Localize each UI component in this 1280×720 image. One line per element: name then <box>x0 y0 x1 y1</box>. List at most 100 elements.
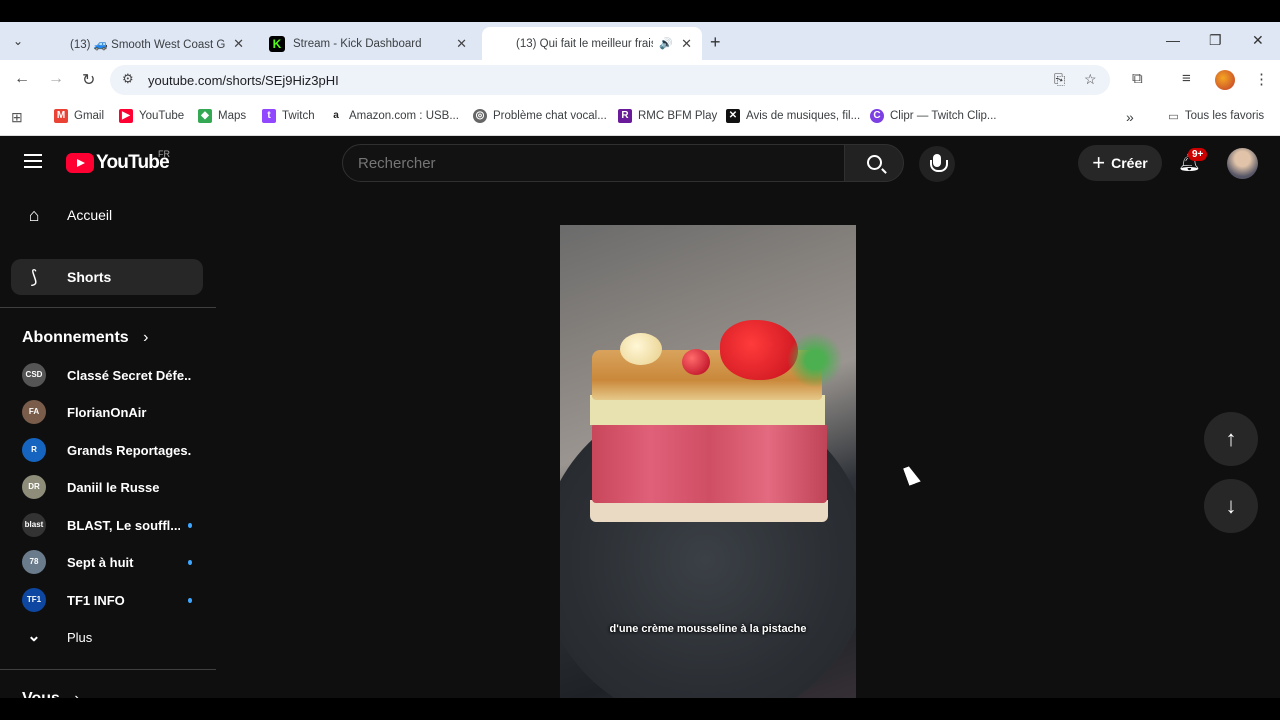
plus-icon: + <box>1092 150 1106 175</box>
browser-tab-bar: ⌄ (13) 🚙 Smooth West Coast G-F ✕ K Strea… <box>0 22 1280 166</box>
rmc-icon: R <box>618 109 632 123</box>
menu-hamburger-icon[interactable] <box>24 154 42 168</box>
sidebar-item-shorts[interactable]: ⟆ Shorts <box>11 259 203 295</box>
subscriptions-heading[interactable]: Abonnements › <box>22 329 148 347</box>
browser-tab[interactable]: K Stream - Kick Dashboard ✕ <box>259 27 477 60</box>
tab-search-chevron-icon[interactable]: ⌄ <box>8 31 28 51</box>
video-cake-base <box>590 500 828 522</box>
youtube-page: YouTube FR +Créer 🔔︎ 9+ ⌂ Accueil ⟆ Shor… <box>0 136 1280 698</box>
extensions-icon[interactable]: ⧉ <box>1132 70 1143 87</box>
next-short-button[interactable]: ↓ <box>1204 479 1258 533</box>
subscription-item[interactable]: CSD Classé Secret Défe... <box>22 357 192 393</box>
restore-button[interactable]: ❐ <box>1209 32 1222 49</box>
youtube-logo[interactable]: YouTube <box>66 152 170 174</box>
account-avatar[interactable] <box>1227 148 1258 179</box>
subscription-item[interactable]: R Grands Reportages... <box>22 432 192 468</box>
bookmark-twitch[interactable]: t Twitch <box>262 109 315 123</box>
subscription-item[interactable]: TF1 TF1 INFO <box>22 582 192 618</box>
gmail-icon: M <box>54 109 68 123</box>
subscription-item[interactable]: FA FlorianOnAir <box>22 394 192 430</box>
arrow-up-icon: ↑ <box>1225 426 1237 451</box>
search-input[interactable] <box>358 155 828 172</box>
voice-search-mic-icon[interactable] <box>919 146 955 182</box>
chevron-right-icon: › <box>74 690 79 698</box>
minimize-button[interactable]: — <box>1166 32 1180 48</box>
tab-close-icon[interactable]: ✕ <box>456 36 467 52</box>
shorts-icon: ⟆ <box>30 267 38 287</box>
bookmark-amazon[interactable]: a Amazon.com : USB... <box>329 109 459 123</box>
clipr-icon: C <box>870 109 884 123</box>
new-tab-button[interactable]: + <box>710 32 721 53</box>
chrome-menu-icon[interactable]: ⋮ <box>1254 70 1269 88</box>
bookmark-gmail[interactable]: M Gmail <box>54 109 104 123</box>
youtube-play-icon <box>66 153 94 173</box>
amazon-icon: a <box>329 109 343 123</box>
forward-button[interactable]: → <box>48 70 64 88</box>
tab-close-icon[interactable]: ✕ <box>681 36 692 52</box>
channel-avatar: blast <box>22 513 46 537</box>
channel-avatar: DR <box>22 475 46 499</box>
new-content-dot <box>187 522 192 528</box>
youtube-sidebar: ⌂ Accueil ⟆ Shorts Abonnements › CSD Cla… <box>0 192 216 698</box>
reload-button[interactable]: ↻ <box>82 70 95 90</box>
sidebar-item-accueil[interactable]: ⌂ Accueil <box>11 197 203 233</box>
short-video-player[interactable]: d'une crème mousseline à la pistache <box>560 225 856 698</box>
youtube-header: YouTube FR +Créer 🔔︎ 9+ <box>0 136 1280 192</box>
bookmark-star-icon[interactable]: ☆ <box>1084 71 1097 88</box>
bookmark-senscritique[interactable]: ✕ Avis de musiques, fil... <box>726 109 860 123</box>
channel-avatar: R <box>22 438 46 462</box>
all-bookmarks-folder[interactable]: ▭ Tous les favoris <box>1168 109 1264 123</box>
previous-short-button[interactable]: ↑ <box>1204 412 1258 466</box>
browser-tab-active[interactable]: (13) Qui fait le meilleur frais 🔊 ✕ <box>482 27 702 166</box>
video-cake-strawberries <box>592 423 827 503</box>
video-chocolate-disc <box>620 333 662 365</box>
chevron-right-icon: › <box>143 329 149 346</box>
chrome-profile-avatar[interactable] <box>1215 70 1235 90</box>
close-window-button[interactable]: ✕ <box>1252 32 1264 49</box>
create-button[interactable]: + Créer <box>1078 145 1162 181</box>
url-text: youtube.com/shorts/SEj9Hiz3pHI <box>148 73 339 88</box>
tab-close-icon[interactable]: ✕ <box>233 36 244 52</box>
bookmark-clipr[interactable]: C Clipr — Twitch Clip... <box>870 109 997 123</box>
channel-avatar: 78 <box>22 550 46 574</box>
subscription-item[interactable]: DR Daniil le Russe <box>22 469 192 505</box>
install-app-icon[interactable]: ⎘ <box>1054 71 1065 88</box>
new-content-dot <box>187 597 192 603</box>
bookmarks-overflow-button[interactable]: » <box>1126 109 1134 125</box>
address-bar[interactable]: ⚙ youtube.com/shorts/SEj9Hiz3pHI ⎘ ☆ <box>110 65 1110 95</box>
tab-title: (13) Qui fait le meilleur frais <box>516 37 654 50</box>
subscription-item[interactable]: blast BLAST, Le souffl... <box>22 507 192 543</box>
screen-frame: ⌄ (13) 🚙 Smooth West Coast G-F ✕ K Strea… <box>0 22 1280 698</box>
video-cherry <box>682 349 710 375</box>
browser-toolbar: ← → ↻ ⚙ youtube.com/shorts/SEj9Hiz3pHI ⎘… <box>0 60 1280 100</box>
back-button[interactable]: ← <box>14 70 30 88</box>
tab-title: Stream - Kick Dashboard <box>293 37 422 50</box>
channel-avatar: CSD <box>22 363 46 387</box>
browser-tab[interactable]: (13) 🚙 Smooth West Coast G-F ✕ <box>36 27 254 166</box>
media-controls-icon[interactable]: ≡ <box>1182 70 1191 87</box>
sidebar-divider <box>0 669 216 670</box>
video-leaves <box>785 325 845 395</box>
bookmark-youtube[interactable]: ▶ YouTube <box>119 109 184 123</box>
youtube-icon: ▶ <box>119 109 133 123</box>
show-more-button[interactable]: ⌄ Plus <box>22 619 192 655</box>
sidebar-divider <box>0 307 216 308</box>
apps-grid-icon[interactable]: ⊞ <box>11 109 23 126</box>
maps-icon: ◆ <box>198 109 212 123</box>
bookmark-chat-vocal[interactable]: ◎ Problème chat vocal... <box>473 109 607 123</box>
globe-icon: ◎ <box>473 109 487 123</box>
you-heading[interactable]: Vous › <box>22 690 80 698</box>
site-info-icon[interactable]: ⚙ <box>122 71 134 87</box>
bookmark-maps[interactable]: ◆ Maps <box>198 109 246 123</box>
twitch-icon: t <box>262 109 276 123</box>
bookmark-rmc[interactable]: R RMC BFM Play <box>618 109 717 123</box>
search-button[interactable] <box>844 144 904 182</box>
new-content-dot <box>187 559 192 565</box>
audio-playing-icon[interactable]: 🔊 <box>659 37 673 50</box>
search-box[interactable] <box>342 144 845 182</box>
subscription-item[interactable]: 78 Sept à huit <box>22 544 192 580</box>
notification-badge: 9+ <box>1188 148 1208 161</box>
video-caption: d'une crème mousseline à la pistache <box>609 623 807 635</box>
arrow-down-icon: ↓ <box>1225 493 1237 518</box>
home-icon: ⌂ <box>28 205 40 225</box>
